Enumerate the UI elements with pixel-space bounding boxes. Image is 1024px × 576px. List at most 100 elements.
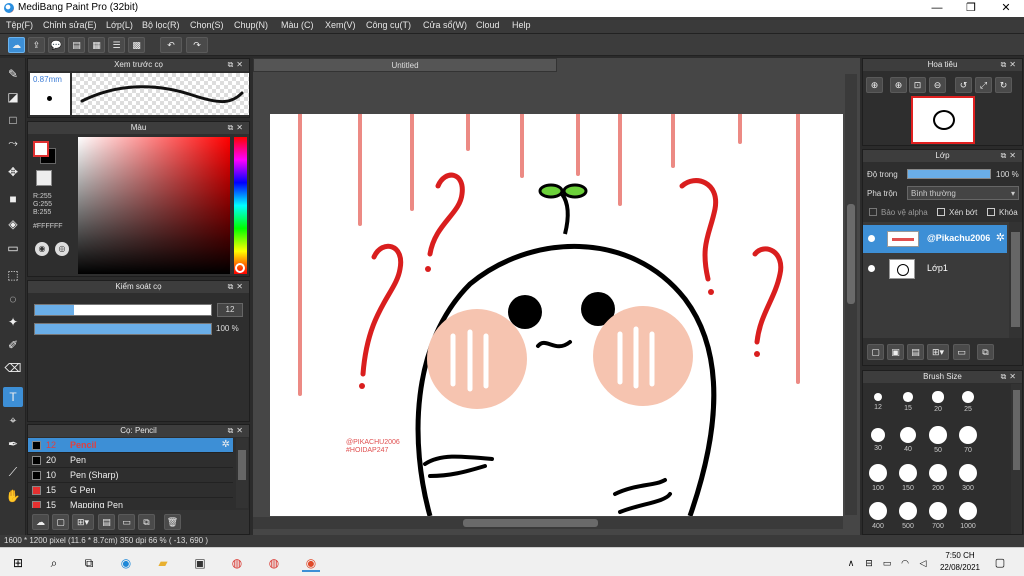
add-brush-menu-icon[interactable]: ⊞▾ (72, 514, 94, 530)
layer-settings-gear-icon[interactable]: ✲ (996, 231, 1005, 244)
eyedropper-icon[interactable]: ✒ (3, 434, 23, 454)
zoom-in-icon[interactable]: ⊕ (866, 77, 883, 93)
brush-settings-gear-icon[interactable]: ✲ (222, 439, 230, 450)
rectangle-icon[interactable]: □ (3, 110, 23, 130)
brush-size-option[interactable]: 100 (865, 462, 891, 498)
panel-float-close-icon[interactable]: ⧉✕ (1001, 371, 1019, 383)
magic-wand-icon[interactable]: ✦ (3, 312, 23, 332)
menu-edit[interactable]: Chỉnh sửa(E) (43, 20, 97, 30)
brush-item-g-pen[interactable]: 15 G Pen (28, 483, 233, 498)
duplicate-icon[interactable]: ⧉ (138, 514, 155, 530)
scrollbar-thumb[interactable] (847, 204, 855, 304)
chrome-icon[interactable]: ◍ (228, 554, 246, 572)
hand-icon[interactable]: ✋ (3, 486, 23, 506)
layer-folder-icon[interactable]: ▭ (953, 344, 970, 360)
scrollbar-thumb[interactable] (238, 450, 246, 480)
brush-size-option[interactable]: 15 (895, 386, 921, 422)
color-wheel-icon[interactable]: ◎ (55, 242, 69, 256)
new-layer-icon[interactable]: ▢ (867, 344, 884, 360)
comment-icon[interactable]: 💬 (48, 37, 65, 53)
brush-size-option[interactable]: 500 (895, 500, 921, 534)
scrollbar-thumb[interactable] (463, 519, 598, 527)
panel-float-close-icon[interactable]: ⧉✕ (228, 122, 246, 134)
canvas-horizontal-scrollbar[interactable] (253, 517, 843, 529)
add-layer-menu-icon[interactable]: ⊞▾ (927, 344, 949, 360)
scrollbar-thumb[interactable] (1011, 232, 1020, 327)
brush-size-option[interactable]: 25 (955, 386, 981, 422)
scrollbar-thumb[interactable] (1013, 390, 1020, 470)
eraser-icon[interactable]: ◪ (3, 87, 23, 107)
windows-start-icon[interactable]: ⊞ (9, 554, 27, 572)
brush-size-slider[interactable] (34, 304, 212, 316)
edge-browser-icon[interactable]: ◉ (117, 554, 135, 572)
list-icon[interactable]: ☰ (108, 37, 125, 53)
brush-size-option[interactable]: 200 (925, 462, 951, 498)
brush-properties-icon[interactable]: ▤ (98, 514, 115, 530)
brush-size-option[interactable]: 20 (925, 386, 951, 422)
visibility-eye-icon[interactable] (868, 265, 875, 272)
fill-rect-icon[interactable]: ■ (3, 189, 23, 209)
transparent-color-swatch[interactable] (36, 170, 52, 186)
brush-list-scrollbar[interactable] (236, 438, 248, 508)
brush-size-option[interactable]: 30 (865, 424, 891, 460)
menu-color[interactable]: Màu (C) (281, 20, 314, 30)
panel-float-close-icon[interactable]: ⧉✕ (228, 425, 246, 437)
layer-list-scrollbar[interactable] (1009, 222, 1022, 338)
clock-date[interactable]: 22/08/2021 (933, 563, 987, 572)
panel-float-close-icon[interactable]: ⧉✕ (1001, 59, 1019, 71)
grid-icon[interactable]: ▩ (128, 37, 145, 53)
menu-capture[interactable]: Chụp(N) (234, 20, 268, 30)
brush-size-option[interactable]: 700 (925, 500, 951, 534)
brush-item-pen[interactable]: 20 Pen (28, 453, 233, 468)
close-button[interactable]: ✕ (989, 0, 1023, 17)
drawing-canvas[interactable]: @PIKACHU2006 #HOIDAP247 (270, 114, 843, 516)
brush-item-pen-sharp[interactable]: 10 Pen (Sharp) (28, 468, 233, 483)
lasso-icon[interactable]: ◌ (3, 289, 23, 309)
bucket-icon[interactable]: ◈ (3, 214, 23, 234)
select-pen-icon[interactable]: ✐ (3, 335, 23, 355)
hue-slider-handle[interactable] (235, 263, 245, 273)
chevron-up-icon[interactable]: ∧ (842, 554, 860, 572)
battery-icon[interactable]: ▭ (878, 554, 896, 572)
brush-size-option[interactable]: 70 (955, 424, 981, 460)
gradient-icon[interactable]: ▭ (3, 238, 23, 258)
eyedropper-2-icon[interactable]: ⟋ (3, 462, 23, 482)
divide-icon[interactable]: ⌖ (3, 410, 23, 430)
rotate-left-icon[interactable]: ↺ (955, 77, 972, 93)
menu-filter[interactable]: Bộ lọc(R) (142, 20, 180, 30)
brush-icon[interactable]: ✎ (3, 64, 23, 84)
notification-icon[interactable]: ▢ (991, 554, 1009, 572)
menu-layer[interactable]: Lớp(L) (106, 20, 133, 30)
menu-view[interactable]: Xem(V) (325, 20, 356, 30)
store-icon[interactable]: ▣ (191, 554, 209, 572)
brush-size-option[interactable]: 40 (895, 424, 921, 460)
search-icon[interactable]: ⌕ (45, 554, 63, 572)
file-explorer-icon[interactable]: ▰ (154, 554, 172, 572)
minimize-button[interactable]: — (920, 0, 954, 17)
text-icon[interactable]: T (3, 387, 23, 407)
select-rect-icon[interactable]: ⬚ (3, 265, 23, 285)
undo-icon[interactable]: ↶ (160, 37, 182, 53)
foreground-color-swatch[interactable] (33, 141, 49, 157)
layer-row[interactable]: @Pikachu2006 ✲ (863, 225, 1007, 253)
panel-float-close-icon[interactable]: ⧉✕ (228, 59, 246, 71)
canvas-vertical-scrollbar[interactable] (845, 74, 857, 515)
volume-icon[interactable]: ◁ (914, 554, 932, 572)
folder-icon[interactable]: ▭ (118, 514, 135, 530)
fit-window-icon[interactable]: ⊡ (909, 77, 926, 93)
pen-curve-icon[interactable]: ⤳ (3, 133, 23, 153)
color-palette-icon[interactable]: ◉ (35, 242, 49, 256)
menu-help[interactable]: Help (512, 20, 531, 30)
brush-item-pencil[interactable]: 12 Pencil ✲ (28, 438, 233, 453)
blend-mode-select[interactable]: Bình thường ▾ (907, 186, 1019, 200)
lock-checkbox[interactable] (987, 208, 995, 216)
menu-file[interactable]: Tệp(F) (6, 20, 33, 30)
visibility-eye-icon[interactable] (868, 235, 875, 242)
brush-size-option[interactable]: 12 (865, 386, 891, 422)
redo-icon[interactable]: ↷ (186, 37, 208, 53)
message-icon[interactable]: ▤ (68, 37, 85, 53)
brush-size-option[interactable]: 300 (955, 462, 981, 498)
menu-select[interactable]: Chọn(S) (190, 20, 224, 30)
brush-size-value[interactable]: 12 (217, 303, 243, 317)
share-icon[interactable]: ⇪ (28, 37, 45, 53)
